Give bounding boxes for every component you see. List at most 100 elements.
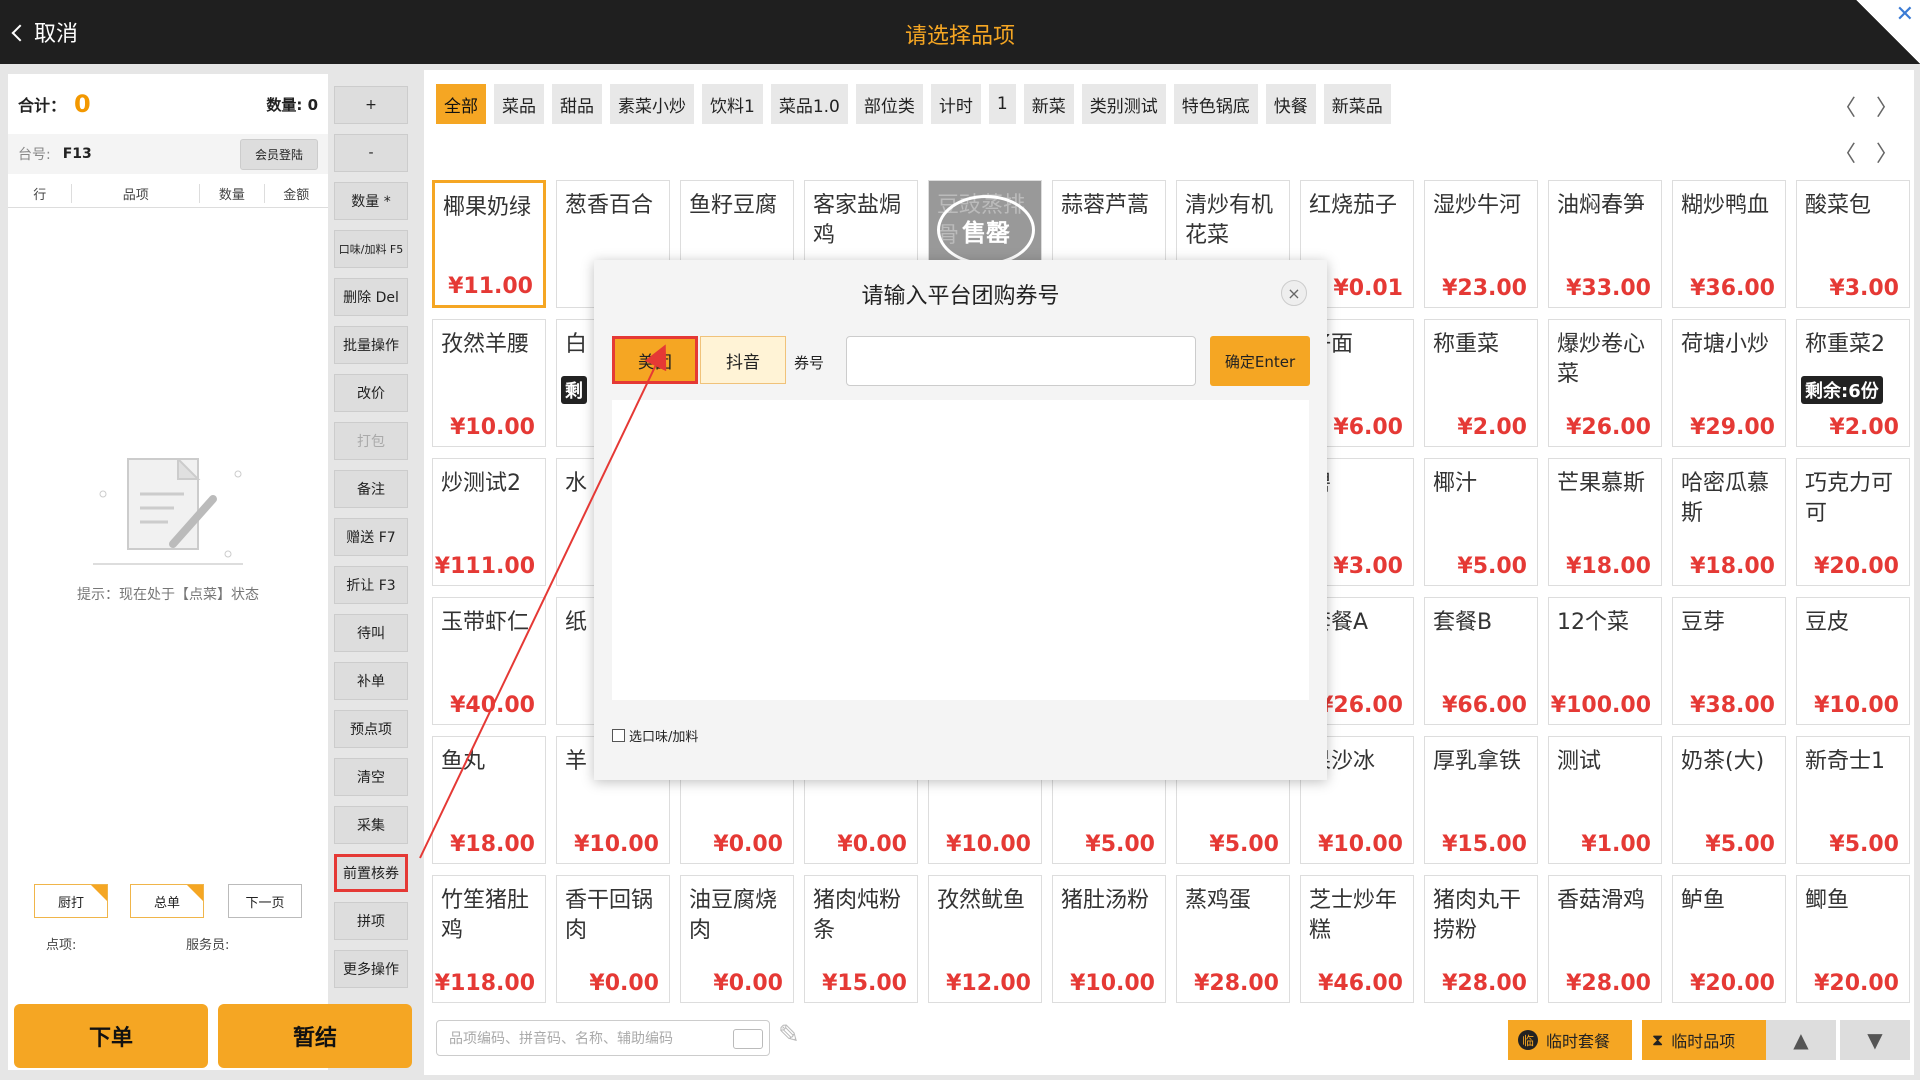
tab-desserts[interactable]: 甜品 (552, 84, 602, 124)
product-tile[interactable]: 孜然羊腰 ¥10.00 (432, 319, 546, 447)
search-input[interactable]: 品项编码、拼音码、名称、辅助编码 (436, 1020, 770, 1056)
clear-button[interactable]: 清空 (334, 758, 408, 796)
cancel-button[interactable]: 取消 (11, 16, 78, 48)
close-icon[interactable]: ✕ (1896, 2, 1914, 27)
quantity-button[interactable]: 数量 * (334, 182, 408, 220)
product-tile[interactable]: 厚乳拿铁 ¥15.00 (1424, 736, 1538, 864)
category-next-icon[interactable]: 〉 (1876, 90, 1898, 122)
product-tile[interactable]: 炒测试2 ¥111.00 (432, 458, 546, 586)
scroll-down-button[interactable]: ▼ (1840, 1020, 1910, 1060)
confirm-button[interactable]: 确定Enter (1210, 336, 1310, 386)
product-tile[interactable]: 蒸鸡蛋 ¥28.00 (1176, 875, 1290, 1003)
product-tile[interactable]: 酸菜包 ¥3.00 (1796, 180, 1910, 308)
tab-veg-stirfry[interactable]: 素菜小炒 (610, 84, 694, 124)
flavor-checkbox[interactable]: 选口味/加料 (612, 726, 698, 745)
product-tile[interactable]: 香菇滑鸡 ¥28.00 (1548, 875, 1662, 1003)
product-tile[interactable]: 鲫鱼 ¥20.00 (1796, 875, 1910, 1003)
gift-button[interactable]: 赠送 F7 (334, 518, 408, 556)
product-tile[interactable]: 猪肉丸干捞粉 ¥28.00 (1424, 875, 1538, 1003)
next-page-button[interactable]: 下一页 (228, 884, 302, 918)
meituan-button[interactable]: 美团 (612, 336, 698, 384)
product-tile[interactable]: 荷塘小炒 ¥29.00 (1672, 319, 1786, 447)
product-tile[interactable]: 豆皮 ¥10.00 (1796, 597, 1910, 725)
tab-hotpot-base[interactable]: 特色锅底 (1173, 84, 1258, 124)
change-price-button[interactable]: 改价 (334, 374, 408, 412)
more-operations-button[interactable]: 更多操作 (334, 950, 408, 988)
tab-category-test[interactable]: 类别测试 (1081, 84, 1166, 124)
tab-dishes-1-0[interactable]: 菜品1.0 (770, 84, 848, 124)
decrease-button[interactable]: - (334, 134, 408, 172)
member-login-button[interactable]: 会员登陆 (239, 138, 318, 170)
product-tile[interactable]: 孜然鱿鱼 ¥12.00 (928, 875, 1042, 1003)
increase-button[interactable]: + (334, 86, 408, 124)
product-tile[interactable]: 12个菜 ¥100.00 (1548, 597, 1662, 725)
batch-operation-button[interactable]: 批量操作 (334, 326, 408, 364)
product-tile[interactable]: 湿炒牛河 ¥23.00 (1424, 180, 1538, 308)
product-tile[interactable]: 糊炒鸭血 ¥36.00 (1672, 180, 1786, 308)
tab-new-products[interactable]: 新菜品 (1323, 84, 1391, 124)
product-prev-icon[interactable]: 〈 (1834, 136, 1856, 168)
temp-item-button[interactable]: ⧗ 临时品项 (1642, 1020, 1770, 1060)
product-tile[interactable]: 椰汁 ¥5.00 (1424, 458, 1538, 586)
supplement-button[interactable]: 补单 (334, 662, 408, 700)
product-tile[interactable]: 豆芽 ¥38.00 (1672, 597, 1786, 725)
tab-drinks1[interactable]: 饮料1 (702, 84, 763, 124)
discount-button[interactable]: 折让 F3 (334, 566, 408, 604)
product-tile[interactable]: 套餐B ¥66.00 (1424, 597, 1538, 725)
note-button[interactable]: 备注 (334, 470, 408, 508)
coupon-number-input[interactable] (846, 336, 1196, 386)
product-tile[interactable]: 鱼丸 ¥18.00 (432, 736, 546, 864)
product-tile[interactable]: 测试 ¥1.00 (1548, 736, 1662, 864)
product-tile[interactable]: 玉带虾仁 ¥40.00 (432, 597, 546, 725)
product-tile[interactable]: 油豆腐烧肉 ¥0.00 (680, 875, 794, 1003)
product-tile[interactable]: 猪肉炖粉条 ¥15.00 (804, 875, 918, 1003)
tab-parts[interactable]: 部位类 (855, 84, 923, 124)
tab-all[interactable]: 全部 (436, 84, 486, 124)
pre-order-button[interactable]: 预点项 (334, 710, 408, 748)
flavor-button[interactable]: 口味/加料 F5 (334, 230, 408, 268)
category-prev-icon[interactable]: 〈 (1834, 90, 1856, 122)
kitchen-print-button[interactable]: 厨打 (34, 884, 108, 918)
hold-bill-button[interactable]: 暂结 (218, 1004, 412, 1068)
tab-new-dishes[interactable]: 新菜 (1023, 84, 1074, 124)
product-tile[interactable]: 油焖春笋 ¥33.00 (1548, 180, 1662, 308)
product-name: 称重菜2 (1805, 332, 1885, 357)
keyboard-icon[interactable] (733, 1029, 763, 1049)
product-tile[interactable]: 称重菜2 剩余:6份 ¥2.00 (1796, 319, 1910, 447)
category-tabs: 全部 菜品 甜品 素菜小炒 饮料1 菜品1.0 部位类 计时 1 新菜 类别测试… (436, 84, 1391, 124)
product-tile[interactable]: 哈密瓜慕斯 ¥18.00 (1672, 458, 1786, 586)
total-order-button[interactable]: 总单 (130, 884, 204, 918)
handwriting-pen-icon[interactable]: ✎ (778, 1020, 800, 1050)
collect-button[interactable]: 采集 (334, 806, 408, 844)
set-icon: 临 (1518, 1030, 1538, 1050)
product-tile[interactable]: 猪肚汤粉 ¥10.00 (1052, 875, 1166, 1003)
tab-1[interactable]: 1 (988, 84, 1016, 124)
pack-button[interactable]: 打包 (334, 422, 408, 460)
product-tile[interactable]: 椰果奶绿 ¥11.00 (432, 180, 546, 308)
product-tile[interactable]: 奶茶(大) ¥5.00 (1672, 736, 1786, 864)
product-tile[interactable]: 竹笙猪肚鸡 ¥118.00 (432, 875, 546, 1003)
product-tile[interactable]: 香干回锅肉 ¥0.00 (556, 875, 670, 1003)
product-tile[interactable]: 爆炒卷心菜 ¥26.00 (1548, 319, 1662, 447)
place-order-button[interactable]: 下单 (14, 1004, 208, 1068)
product-tile[interactable]: 鲈鱼 ¥20.00 (1672, 875, 1786, 1003)
tab-fast-food[interactable]: 快餐 (1265, 84, 1316, 124)
tab-dishes[interactable]: 菜品 (494, 84, 544, 124)
product-tile[interactable]: 巧克力可可 ¥20.00 (1796, 458, 1910, 586)
tab-timed[interactable]: 计时 (930, 84, 981, 124)
product-tile[interactable]: 新奇士1 ¥5.00 (1796, 736, 1910, 864)
product-name: 湿炒牛河 (1433, 193, 1522, 218)
wait-call-button[interactable]: 待叫 (334, 614, 408, 652)
product-tile[interactable]: 称重菜 ¥2.00 (1424, 319, 1538, 447)
product-next-icon[interactable]: 〉 (1876, 136, 1898, 168)
product-price: ¥26.00 (1318, 693, 1403, 718)
pre-verify-coupon-button[interactable]: 前置核券 (334, 854, 408, 892)
product-tile[interactable]: 芝士炒年糕 ¥46.00 (1300, 875, 1414, 1003)
modal-close-icon[interactable]: × (1281, 280, 1307, 306)
scroll-up-button[interactable]: ▲ (1766, 1020, 1836, 1060)
douyin-button[interactable]: 抖音 (700, 336, 786, 384)
delete-button[interactable]: 删除 Del (334, 278, 408, 316)
temp-set-button[interactable]: 临 临时套餐 (1508, 1020, 1632, 1060)
product-tile[interactable]: 芒果慕斯 ¥18.00 (1548, 458, 1662, 586)
combine-item-button[interactable]: 拼项 (334, 902, 408, 940)
